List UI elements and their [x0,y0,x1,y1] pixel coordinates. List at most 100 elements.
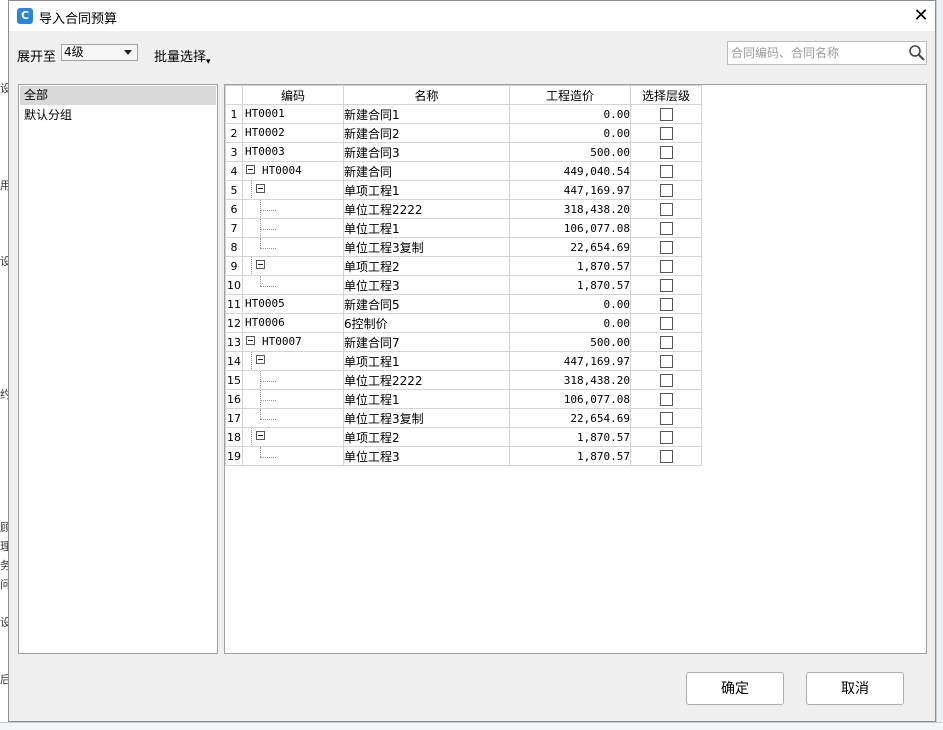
table-row[interactable]: 19 单位工程3 1,870.57 [225,446,702,466]
select-checkbox[interactable] [659,126,673,140]
collapse-toggle-icon[interactable] [246,336,255,345]
group-item-all[interactable]: 全部 [20,86,216,105]
select-checkbox[interactable] [659,335,673,349]
code-text: HT0006 [245,316,285,329]
select-checkbox[interactable] [659,145,673,159]
name-cell: 单位工程3 [343,446,510,466]
select-checkbox[interactable] [659,297,673,311]
table-row[interactable]: 13 HT0007 新建合同7 500.00 [225,332,702,352]
row-number: 7 [225,218,243,238]
collapse-toggle-icon[interactable] [256,355,265,364]
code-cell [242,180,344,200]
table-row[interactable]: 14 单项工程1 447,169.97 [225,351,702,371]
table-row[interactable]: 4 HT0004 新建合同 449,040.54 [225,161,702,181]
row-number: 1 [225,104,243,124]
table-row[interactable]: 1 HT0001 新建合同1 0.00 [225,104,702,124]
code-text: HT0004 [262,164,302,177]
table-row[interactable]: 9 单项工程2 1,870.57 [225,256,702,276]
contract-grid: 编码 名称 工程造价 选择层级 1 HT0001 新建合同1 0.00 2 HT0002 新… [224,84,927,654]
tree-connector [260,248,276,249]
table-row[interactable]: 6 单位工程2222 318,438.20 [225,199,702,219]
table-row[interactable]: 16 单位工程1 106,077.08 [225,389,702,409]
expand-level-value: 4级 [64,45,84,59]
table-row[interactable]: 3 HT0003 新建合同3 500.00 [225,142,702,162]
dialog-title: 导入合同预算 [39,12,118,27]
row-number: 13 [225,332,243,352]
price-cell: 447,169.97 [509,180,631,200]
code-cell [242,218,344,238]
row-number: 8 [225,237,243,257]
name-cell: 单位工程2222 [343,370,510,390]
select-checkbox[interactable] [659,164,673,178]
collapse-toggle-icon[interactable] [256,431,265,440]
expand-level-dropdown[interactable]: 4级 [61,44,138,61]
name-cell: 新建合同1 [343,104,510,124]
price-cell: 500.00 [509,332,631,352]
table-row[interactable]: 10 单位工程3 1,870.57 [225,275,702,295]
collapse-toggle-icon[interactable] [256,260,265,269]
select-level-cell [630,180,702,200]
code-cell [242,427,344,447]
select-checkbox[interactable] [659,449,673,463]
select-checkbox[interactable] [659,278,673,292]
search-input[interactable] [729,43,903,63]
table-row[interactable]: 17 单位工程3复制 22,654.69 [225,408,702,428]
row-number: 10 [225,275,243,295]
row-number: 4 [225,161,243,181]
tree-connector [260,238,261,248]
row-number: 19 [225,446,243,466]
select-checkbox[interactable] [659,430,673,444]
table-row[interactable]: 18 单项工程2 1,870.57 [225,427,702,447]
collapse-toggle-icon[interactable] [256,184,265,193]
search-icon[interactable] [908,44,926,62]
cancel-button[interactable]: 取消 [806,672,904,705]
table-row[interactable]: 11 HT0005 新建合同5 0.00 [225,294,702,314]
code-text: HT0005 [245,297,285,310]
name-cell: 单位工程1 [343,389,510,409]
header-code[interactable]: 编码 [242,85,344,105]
select-checkbox[interactable] [659,373,673,387]
table-row[interactable]: 8 单位工程3复制 22,654.69 [225,237,702,257]
select-level-cell [630,161,702,181]
table-row[interactable]: 12 HT0006 6控制价 0.00 [225,313,702,333]
background-app-edge-right [936,0,943,729]
price-cell: 0.00 [509,123,631,143]
select-checkbox[interactable] [659,354,673,368]
select-checkbox[interactable] [659,183,673,197]
select-checkbox[interactable] [659,411,673,425]
code-text: HT0001 [245,107,285,120]
select-level-cell [630,427,702,447]
row-number: 14 [225,351,243,371]
header-select-level[interactable]: 选择层级 [630,85,702,105]
ok-button[interactable]: 确定 [686,672,784,705]
header-price[interactable]: 工程造价 [509,85,631,105]
name-cell: 单项工程1 [343,351,510,371]
table-row[interactable]: 2 HT0002 新建合同2 0.00 [225,123,702,143]
select-checkbox[interactable] [659,316,673,330]
price-cell: 318,438.20 [509,199,631,219]
select-checkbox[interactable] [659,392,673,406]
name-cell: 新建合同3 [343,142,510,162]
select-checkbox[interactable] [659,259,673,273]
row-number: 6 [225,199,243,219]
code-cell: HT0002 [242,123,344,143]
collapse-toggle-icon[interactable] [246,165,255,174]
row-number: 11 [225,294,243,314]
row-number: 12 [225,313,243,333]
header-name[interactable]: 名称 [343,85,510,105]
select-level-cell [630,351,702,371]
select-checkbox[interactable] [659,202,673,216]
group-item-default[interactable]: 默认分组 [20,106,216,125]
table-row[interactable]: 5 单项工程1 447,169.97 [225,180,702,200]
expand-to-label: 展开至 [17,50,57,65]
row-number: 5 [225,180,243,200]
table-row[interactable]: 15 单位工程2222 318,438.20 [225,370,702,390]
close-button[interactable]: ✕ [911,5,931,27]
select-checkbox[interactable] [659,221,673,235]
select-checkbox[interactable] [659,107,673,121]
batch-select-menu[interactable]: 批量选择▾ [154,46,211,67]
table-row[interactable]: 7 单位工程1 106,077.08 [225,218,702,238]
select-checkbox[interactable] [659,240,673,254]
code-cell [242,446,344,466]
search-box [727,41,927,65]
